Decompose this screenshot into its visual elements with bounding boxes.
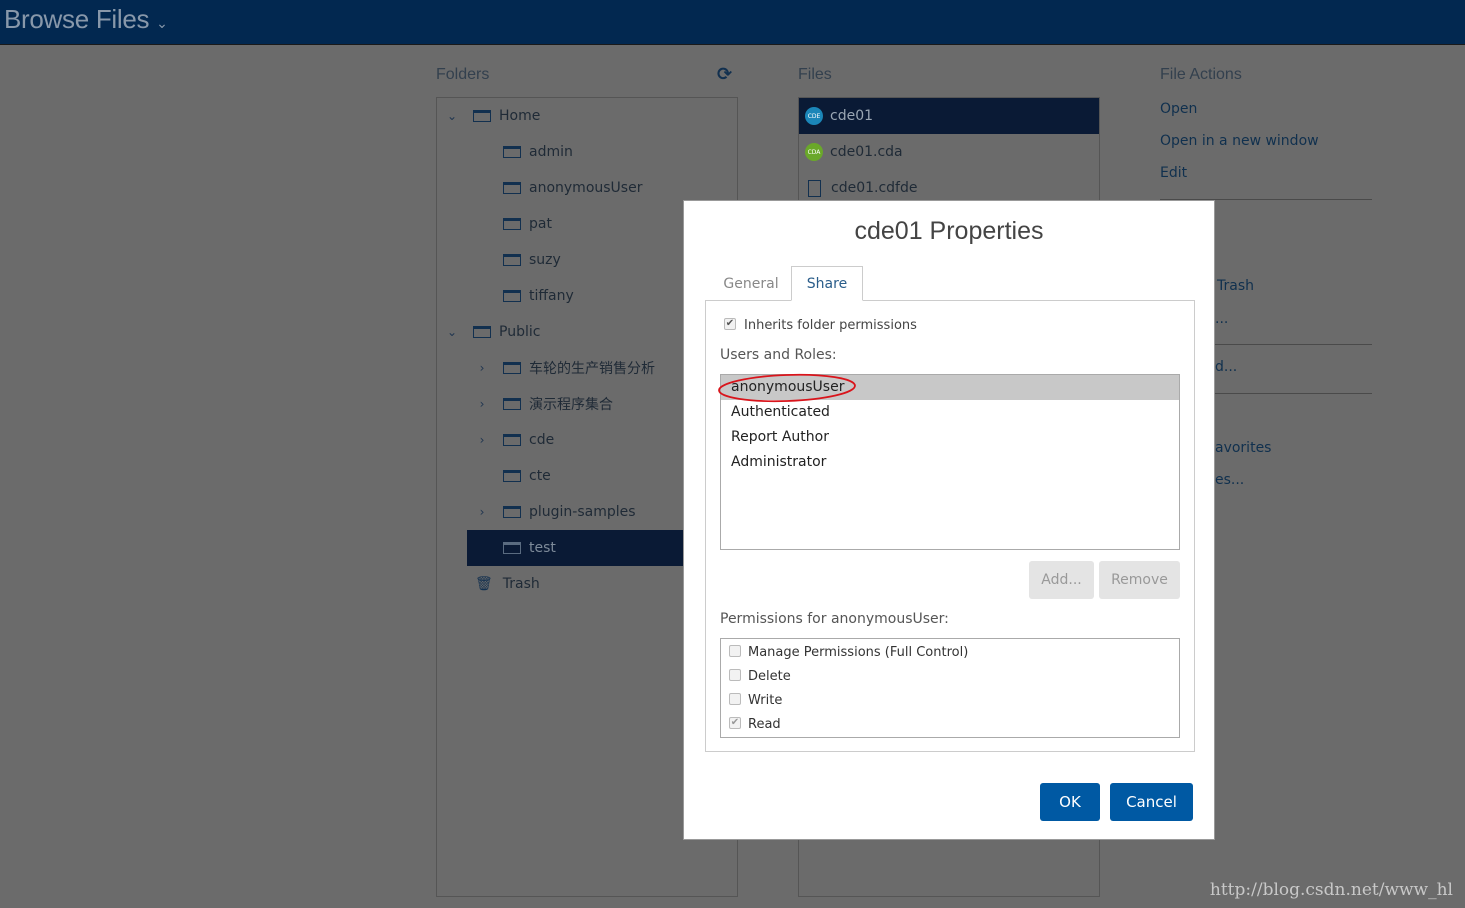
share-tab-panel: ✔ Inherits folder permissions Users and … (705, 300, 1195, 752)
folder-label: cte (529, 468, 551, 484)
folder-icon (503, 362, 521, 374)
folder-label: pat (529, 216, 552, 232)
file-label: cde01.cda (830, 144, 903, 160)
folder-icon (503, 434, 521, 446)
folder-label: Public (499, 324, 541, 340)
permission-checkbox[interactable] (729, 693, 741, 705)
app-header: Browse Files ⌄ (0, 0, 1465, 45)
permission-label: Write (748, 693, 783, 708)
permissions-label: Permissions for anonymousUser: (720, 611, 949, 627)
add-button[interactable]: Add... (1029, 561, 1094, 599)
file-actions-label: File Actions (1160, 66, 1242, 83)
user-role-item[interactable]: Administrator (721, 450, 1179, 475)
file-label: cde01.cdfde (831, 180, 918, 196)
inherits-label: Inherits folder permissions (744, 318, 917, 333)
folder-icon (503, 542, 521, 554)
file-item[interactable]: CDA cde01.cda (799, 134, 1099, 170)
action-item-partial[interactable]: ... (1215, 311, 1228, 327)
chevron-down-icon: ⌄ (156, 15, 168, 31)
action-item[interactable]: Open (1160, 101, 1197, 117)
browse-files-menu[interactable]: Browse Files ⌄ (4, 4, 168, 35)
folder-open-icon (473, 326, 491, 338)
folder-icon (503, 146, 521, 158)
files-label: Files (798, 66, 832, 83)
permissions-list: Manage Permissions (Full Control) Delete W… (720, 638, 1180, 738)
action-item[interactable]: Edit (1160, 165, 1187, 181)
page-title: Browse Files (4, 4, 150, 34)
folder-label: anonymousUser (529, 180, 643, 196)
folder-icon (503, 398, 521, 410)
properties-dialog: cde01 Properties General Share ✔ Inherit… (683, 200, 1215, 840)
ok-button[interactable]: OK (1040, 783, 1100, 821)
folder-icon (503, 290, 521, 302)
action-item[interactable]: Open in a new window (1160, 133, 1319, 149)
action-item-partial[interactable]: Trash (1217, 278, 1254, 294)
chevron-right-icon[interactable]: › (475, 397, 489, 411)
chevron-right-icon[interactable]: › (475, 505, 489, 519)
permission-item: Manage Permissions (Full Control) (721, 645, 1179, 669)
action-item-partial[interactable]: avorites (1215, 440, 1271, 456)
folder-icon (503, 506, 521, 518)
inherits-checkbox[interactable]: ✔ (724, 318, 736, 330)
tab-general[interactable]: General (712, 266, 790, 301)
permission-label: Delete (748, 669, 791, 684)
action-item-partial[interactable]: es... (1215, 472, 1244, 488)
folder-label: cde (529, 432, 555, 448)
dialog-title: cde01 Properties (854, 217, 1044, 245)
annotation-circle (718, 373, 856, 403)
action-item-partial[interactable]: d... (1215, 359, 1237, 375)
folder-label: 车轮的生产销售分析 (529, 361, 655, 377)
chevron-down-icon[interactable]: ⌄ (445, 109, 459, 123)
cde-file-icon: CDE (805, 107, 823, 125)
permission-checkbox[interactable]: ✔ (729, 717, 741, 729)
folder-icon (503, 182, 521, 194)
folder-label: test (529, 540, 556, 556)
users-roles-label: Users and Roles: (720, 347, 837, 363)
file-icon (808, 179, 821, 197)
folder-icon (503, 254, 521, 266)
folder-label: 演示程序集合 (529, 397, 613, 413)
folder-item-trash[interactable]: 🗑 Trash (437, 566, 540, 602)
remove-button[interactable]: Remove (1099, 561, 1180, 599)
cda-file-icon: CDA (805, 143, 823, 161)
annotation-ellipse (718, 373, 856, 403)
file-label: cde01 (830, 108, 874, 124)
folders-label: Folders (436, 66, 490, 83)
folder-icon (503, 470, 521, 482)
watermark: http://blog.csdn.net/www_hl (1209, 880, 1453, 900)
folder-open-icon (473, 110, 491, 122)
folder-label: Home (499, 108, 541, 124)
permission-item: Delete (721, 669, 1179, 693)
refresh-icon[interactable]: ⟳ (717, 64, 732, 85)
folder-label: Trash (502, 576, 540, 592)
folder-label: plugin-samples (529, 504, 636, 520)
trash-icon: 🗑 (475, 576, 493, 592)
chevron-right-icon[interactable]: › (475, 433, 489, 447)
permission-checkbox[interactable] (729, 669, 741, 681)
chevron-right-icon[interactable]: › (475, 361, 489, 375)
permission-label: Read (748, 717, 781, 732)
permission-item: ✔ Read (721, 717, 1179, 741)
chevron-down-icon[interactable]: ⌄ (445, 325, 459, 339)
cancel-button[interactable]: Cancel (1110, 783, 1193, 821)
folder-icon (503, 218, 521, 230)
folder-item[interactable]: ⌄ Home (437, 98, 737, 134)
folder-item[interactable]: admin (437, 134, 737, 170)
permission-checkbox[interactable] (729, 645, 741, 657)
permission-item: Write (721, 693, 1179, 717)
file-item[interactable]: CDE cde01 (799, 98, 1099, 134)
tab-share[interactable]: Share (791, 266, 863, 301)
folder-label: suzy (529, 252, 561, 268)
folder-label: admin (529, 144, 573, 160)
user-role-item[interactable]: Report Author (721, 425, 1179, 450)
permission-label: Manage Permissions (Full Control) (748, 645, 969, 660)
users-roles-list[interactable]: anonymousUser Authenticated Report Author A… (718, 373, 1180, 550)
folder-label: tiffany (529, 288, 574, 304)
folder-item[interactable]: test (467, 530, 714, 566)
